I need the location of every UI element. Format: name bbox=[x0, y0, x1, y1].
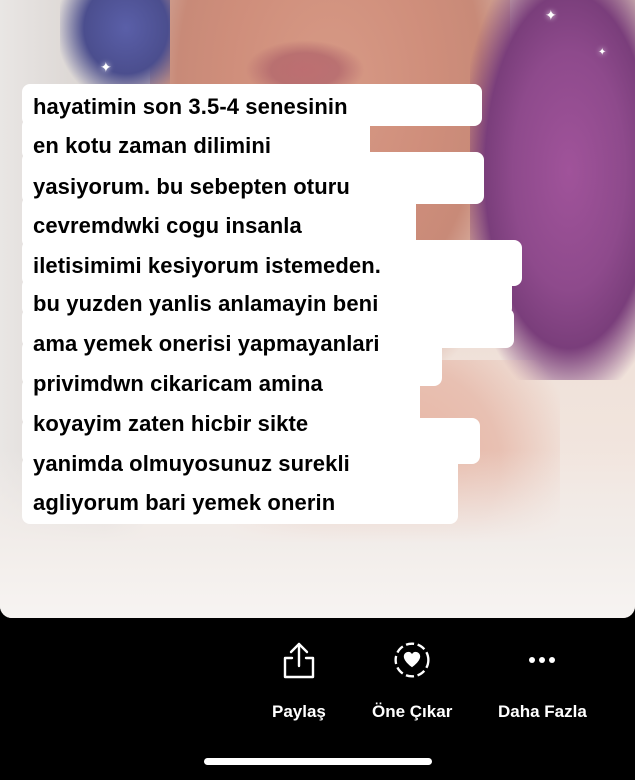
caption-line: bu yuzden yanlis anlamayin beni bbox=[33, 291, 379, 316]
story-image: ✦ ✦ ✦ hayatimin son 3.5-4 senesinin en k… bbox=[0, 0, 635, 618]
caption-line: iletisimimi kesiyorum istemeden. bbox=[33, 253, 382, 278]
caption-line: en kotu zaman dilimini bbox=[33, 133, 272, 158]
highlight-label: Öne Çıkar bbox=[372, 702, 453, 721]
caption-line: ama yemek onerisi yapmayanlari bbox=[33, 331, 380, 356]
more-dots-icon bbox=[522, 640, 562, 680]
caption-line: yanimda olmuyosunuz surekli bbox=[33, 451, 350, 476]
sparkle-effect: ✦ bbox=[100, 59, 112, 75]
caption-line: cevremdwki cogu insanla bbox=[33, 213, 302, 238]
caption-line: agliyorum bari yemek onerin bbox=[33, 490, 336, 515]
highlight-heart-icon bbox=[392, 640, 432, 680]
caption-line: privimdwn cikaricam amina bbox=[33, 371, 323, 396]
sparkle-effect: ✦ bbox=[598, 47, 607, 58]
more-label: Daha Fazla bbox=[498, 702, 587, 721]
caption-line: hayatimin son 3.5-4 senesinin bbox=[33, 94, 348, 119]
more-button[interactable]: Daha Fazla bbox=[498, 640, 587, 722]
home-indicator[interactable] bbox=[204, 758, 432, 765]
share-label: Paylaş bbox=[272, 702, 326, 721]
caption-line: yasiyorum. bu sebepten oturu bbox=[33, 174, 350, 199]
highlight-button[interactable]: Öne Çıkar bbox=[372, 640, 452, 722]
caption-line: koyayim zaten hicbir sikte bbox=[33, 411, 309, 436]
sparkle-effect: ✦ bbox=[545, 7, 557, 23]
share-button[interactable]: Paylaş bbox=[272, 640, 326, 722]
share-icon bbox=[279, 640, 319, 680]
